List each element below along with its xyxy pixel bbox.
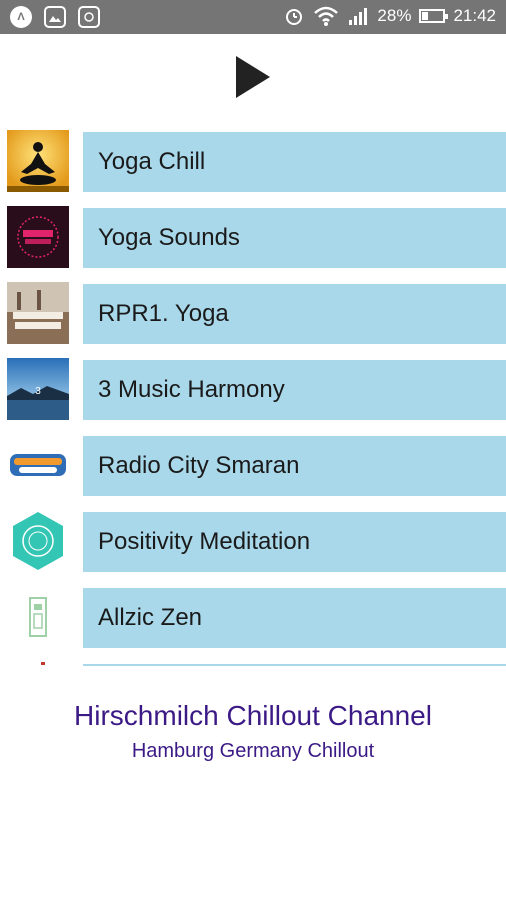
list-item[interactable]: Radio City Smaran <box>0 434 506 498</box>
list-item[interactable]: RPR1. Yoga <box>0 282 506 346</box>
station-label[interactable]: Allzic Zen <box>83 588 506 648</box>
list-item[interactable]: Yoga Chill <box>0 130 506 194</box>
image-icon <box>44 6 66 28</box>
wifi-icon <box>314 6 339 26</box>
station-label[interactable]: RPR1. Yoga <box>83 284 506 344</box>
positivity-meditation-thumbnail <box>7 510 69 572</box>
partial-thumbnail <box>7 662 69 666</box>
yoga-chill-thumbnail <box>7 130 69 192</box>
station-label[interactable]: Yoga Sounds <box>83 208 506 268</box>
status-bar: Λ 28% 21:42 <box>0 0 506 34</box>
app-icon: Λ <box>10 6 32 28</box>
list-item[interactable]: 3 3 Music Harmony <box>0 358 506 422</box>
play-icon[interactable] <box>236 56 270 98</box>
channel-subtitle: Hamburg Germany Chillout <box>131 740 375 762</box>
list-item[interactable] <box>0 662 506 666</box>
list-item[interactable]: Yoga Sounds <box>0 206 506 270</box>
station-list[interactable]: Yoga Chill Yoga Sounds RPR1. Yoga 3 3 Mu… <box>0 130 506 666</box>
radio-city-smaran-thumbnail <box>7 434 69 496</box>
yoga-sounds-thumbnail <box>7 206 69 268</box>
station-label[interactable]: 3 Music Harmony <box>83 360 506 420</box>
clock: 21:42 <box>453 6 496 25</box>
svg-text:3: 3 <box>35 386 41 397</box>
list-item[interactable]: Allzic Zen <box>0 586 506 650</box>
station-label[interactable]: Yoga Chill <box>83 132 506 192</box>
battery-percent: 28% <box>377 6 412 25</box>
file-icon <box>78 6 100 28</box>
rpr1-yoga-thumbnail <box>7 282 69 344</box>
battery-icon <box>419 9 449 23</box>
list-item[interactable]: Positivity Meditation <box>0 510 506 574</box>
alarm-icon <box>286 9 303 25</box>
station-label[interactable]: Positivity Meditation <box>83 512 506 572</box>
music-harmony-thumbnail: 3 <box>7 358 69 420</box>
station-label[interactable] <box>83 664 506 666</box>
signal-icon <box>349 8 368 25</box>
allzic-zen-thumbnail <box>7 586 69 648</box>
station-label[interactable]: Radio City Smaran <box>83 436 506 496</box>
channel-title: Hirschmilch Chillout Channel <box>74 700 432 731</box>
